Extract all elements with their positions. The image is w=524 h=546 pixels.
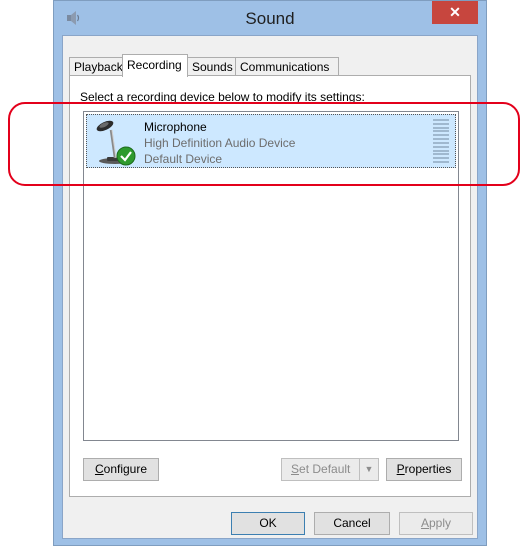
set-default-button[interactable]: Set Default ▼ (281, 458, 379, 481)
close-icon: ✕ (449, 4, 461, 20)
tab-sounds[interactable]: Sounds (187, 57, 236, 76)
chevron-down-icon[interactable]: ▼ (359, 459, 378, 480)
apply-button[interactable]: Apply (399, 512, 473, 535)
highlight-annotation (8, 102, 520, 186)
ok-button[interactable]: OK (231, 512, 305, 535)
configure-button[interactable]: Configure (83, 458, 159, 481)
title-bar[interactable]: Sound ✕ (54, 1, 486, 35)
tab-playback[interactable]: Playback (69, 57, 123, 76)
close-button[interactable]: ✕ (432, 1, 478, 24)
tab-communications[interactable]: Communications (235, 57, 339, 76)
properties-button[interactable]: Properties (386, 458, 462, 481)
tab-recording[interactable]: Recording (122, 54, 188, 77)
sound-dialog: Sound ✕ Playback Recording Sounds Commun… (53, 0, 487, 546)
cancel-button[interactable]: Cancel (314, 512, 390, 535)
window-title: Sound (245, 9, 295, 28)
